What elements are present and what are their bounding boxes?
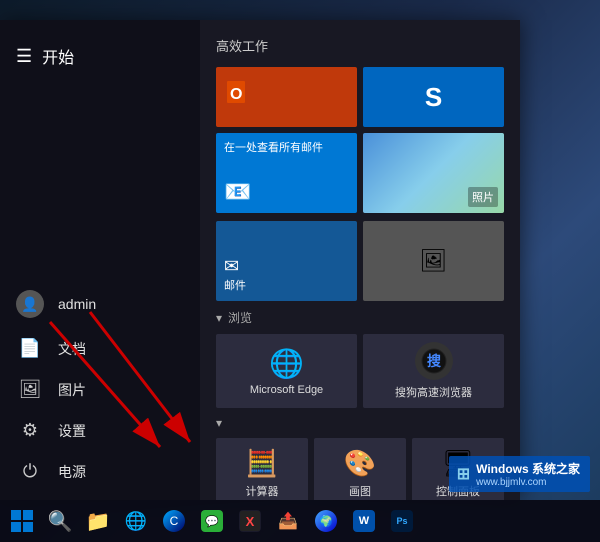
start-button[interactable] [4, 503, 40, 539]
sidebar-item-power[interactable]: ⏻ 电源 [0, 451, 200, 492]
edge-taskbar[interactable]: 🌐 [118, 503, 154, 539]
pictures-icon: 🖼 [16, 379, 44, 400]
tile-office[interactable]: O [216, 67, 357, 127]
sogou-icon: 搜 [415, 342, 453, 380]
calculator-icon: 🧮 [246, 448, 278, 479]
user-avatar: 👤 [16, 290, 44, 318]
section2-grid: 🌐 Microsoft Edge 搜 搜狗高速浏览器 [216, 334, 504, 408]
watermark-label: Windows 系统之家 [476, 460, 580, 477]
ps-button[interactable]: Ps [384, 503, 420, 539]
photos-label: 照片 [468, 187, 498, 207]
mail-row: ✉ 邮件 🖼 [216, 221, 504, 301]
tile-sogou[interactable]: 搜 搜狗高速浏览器 [363, 334, 504, 408]
documents-label: 文档 [58, 339, 86, 359]
wechat-button[interactable]: 💬 [194, 503, 230, 539]
svg-text:搜: 搜 [427, 353, 442, 369]
tile-photos[interactable]: 照片 [363, 133, 504, 213]
search-button[interactable]: 🔍 [42, 503, 78, 539]
sidebar-title: 开始 [42, 44, 74, 68]
section1-title: 高效工作 [216, 36, 504, 55]
sogou-label: 搜狗高速浏览器 [395, 384, 472, 400]
skype-icon: S [425, 82, 442, 113]
hamburger-icon[interactable]: ☰ [16, 46, 32, 67]
mail-label: 邮件 [224, 277, 349, 293]
s-app-button[interactable]: X [232, 503, 268, 539]
power-label: 电源 [58, 462, 86, 482]
svg-text:X: X [246, 514, 255, 529]
user-name-label: admin [58, 296, 96, 312]
documents-icon: 📄 [16, 338, 44, 359]
desktop: ☰ 开始 👤 admin 📄 文档 🖼 图片 [0, 0, 600, 542]
network-button[interactable]: 🌍 [308, 503, 344, 539]
sidebar-item-user[interactable]: 👤 admin [0, 280, 200, 328]
taskbar: 🔍 📁 🌐 C 💬 X 📤 [0, 500, 600, 542]
tile-edge[interactable]: 🌐 Microsoft Edge [216, 334, 357, 408]
power-icon: ⏻ [16, 461, 44, 482]
svg-text:O: O [230, 86, 242, 103]
watermark-site: www.bjjmlv.com [476, 477, 580, 488]
tile-empty[interactable]: 🖼 [363, 221, 504, 301]
watermark-logo: ⊞ [457, 464, 470, 484]
paint-icon: 🎨 [344, 448, 376, 479]
tile-mail[interactable]: ✉ 邮件 [216, 221, 357, 301]
watermark: ⊞ Windows 系统之家 www.bjjmlv.com [449, 456, 590, 492]
email-icon: 📧 [224, 179, 251, 205]
w-app-button[interactable]: W [346, 503, 382, 539]
tile-skype[interactable]: S [363, 67, 504, 127]
sidebar-item-documents[interactable]: 📄 文档 [0, 328, 200, 369]
tile-email-viewer[interactable]: 在一处查看所有邮件 📧 [216, 133, 357, 213]
cortana-button[interactable]: C [156, 503, 192, 539]
sidebar-item-settings[interactable]: ⚙ 设置 [0, 410, 200, 451]
paint-label: 画图 [349, 483, 371, 499]
section2-title: 浏览 [228, 309, 252, 326]
sidebar-header: ☰ 开始 [0, 36, 200, 84]
pictures-label: 图片 [58, 380, 86, 400]
sidebar-items: 👤 admin 📄 文档 🖼 图片 ⚙ 设置 [0, 84, 200, 500]
toggle-arrow-3: ▾ [216, 416, 222, 430]
sidebar-item-pictures[interactable]: 🖼 图片 [0, 369, 200, 410]
section3-toggle[interactable]: ▾ [216, 416, 504, 430]
tile-paint[interactable]: 🎨 画图 [314, 438, 406, 500]
sidebar: ☰ 开始 👤 admin 📄 文档 🖼 图片 [0, 20, 200, 500]
calculator-label: 计算器 [246, 483, 279, 499]
tile-calculator[interactable]: 🧮 计算器 [216, 438, 308, 500]
toggle-arrow-2: ▾ [216, 311, 222, 325]
start-menu: ☰ 开始 👤 admin 📄 文档 🖼 图片 [0, 20, 520, 500]
section1-grid-top: O S 在一处查看所有邮件 📧 [216, 67, 504, 213]
section2-toggle[interactable]: ▾ 浏览 [216, 309, 504, 326]
settings-label: 设置 [58, 421, 86, 441]
filezilla-button[interactable]: 📤 [270, 503, 306, 539]
settings-icon: ⚙ [16, 420, 44, 441]
email-viewer-label: 在一处查看所有邮件 [224, 141, 323, 156]
right-panel: 高效工作 O S [200, 20, 520, 500]
file-explorer-button[interactable]: 📁 [80, 503, 116, 539]
edge-label: Microsoft Edge [250, 384, 323, 396]
edge-icon: 🌐 [269, 347, 304, 380]
